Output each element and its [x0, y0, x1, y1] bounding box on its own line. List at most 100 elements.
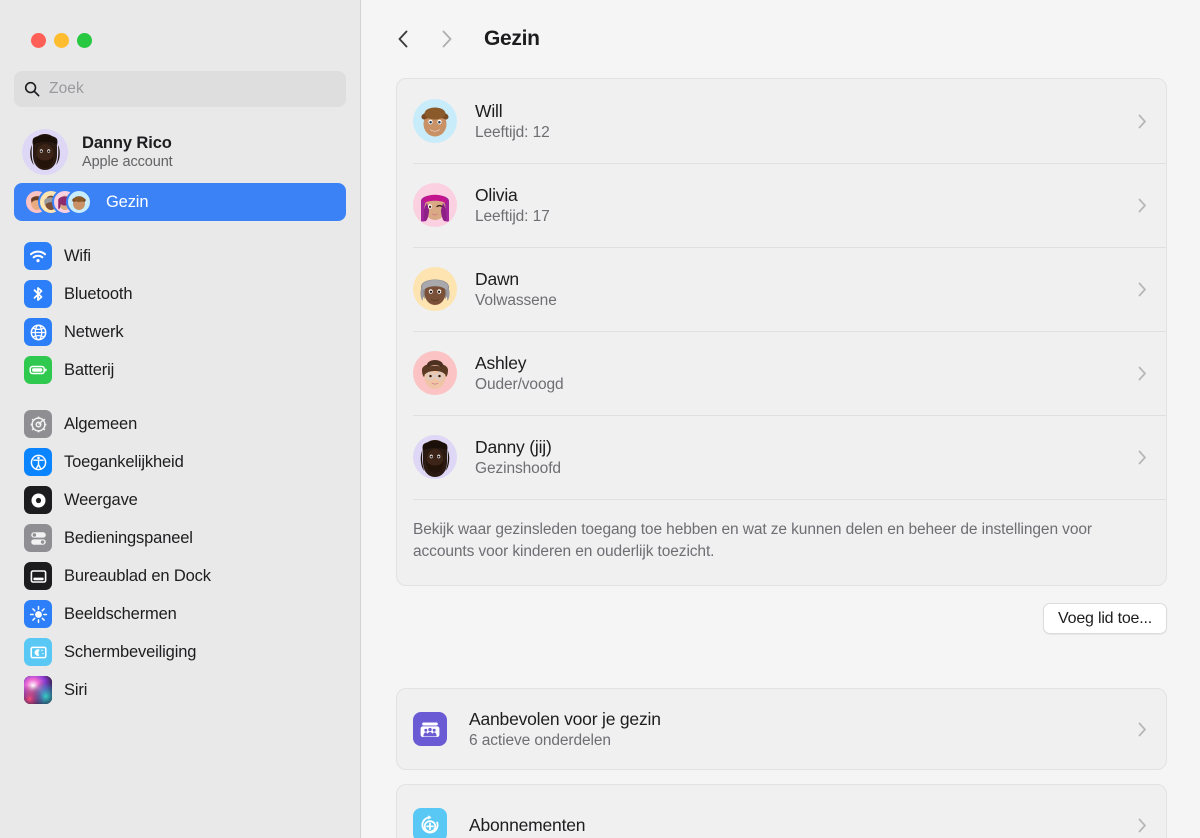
search-container: Zoek	[0, 48, 360, 107]
chevron-right-icon	[1136, 366, 1148, 381]
member-text: Dawn Volwassene	[475, 269, 1136, 310]
displays-icon	[24, 600, 52, 628]
wifi-icon	[24, 242, 52, 270]
avatar	[413, 351, 457, 395]
sidebar-item-label: Toegankelijkheid	[64, 452, 184, 471]
settings-window: Zoek Danny Rico Apple account Gezin Wifi…	[0, 0, 1200, 838]
add-member-row: Voeg lid toe...	[396, 586, 1167, 634]
chevron-right-icon	[442, 30, 452, 48]
sidebar-item-bluetooth[interactable]: Bluetooth	[14, 275, 346, 313]
sidebar-item-beeldschermen[interactable]: Beeldschermen	[14, 595, 346, 633]
member-role: Leeftijd: 12	[475, 123, 550, 141]
sidebar-item-label: Schermbeveiliging	[64, 642, 197, 661]
sidebar-item-label: Weergave	[64, 490, 138, 509]
control-center-icon	[24, 524, 52, 552]
search-field[interactable]: Zoek	[14, 71, 346, 107]
sidebar-item-label: Algemeen	[64, 414, 138, 433]
account-subtitle: Apple account	[82, 154, 173, 170]
member-name: Dawn	[475, 268, 519, 289]
sidebar-item-siri[interactable]: Siri	[14, 671, 346, 709]
table-row[interactable]: Dawn Volwassene	[397, 247, 1166, 331]
back-button[interactable]	[381, 19, 425, 59]
member-text: Olivia Leeftijd: 17	[475, 185, 1136, 226]
bluetooth-icon	[24, 280, 52, 308]
sidebar-item-label: Batterij	[64, 360, 115, 379]
search-placeholder: Zoek	[49, 80, 84, 97]
traffic-lights	[0, 0, 360, 48]
family-members-card: Will Leeftijd: 12 Olivia Leeftijd: 17 Da…	[396, 78, 1167, 586]
sidebar-item-label: Bluetooth	[64, 284, 133, 303]
sidebar-item-wifi[interactable]: Wifi	[14, 237, 346, 275]
subscriptions-card[interactable]: Abonnementen	[396, 784, 1167, 838]
subscriptions-text: Abonnementen	[469, 815, 1136, 836]
table-row[interactable]: Will Leeftijd: 12	[397, 79, 1166, 163]
sidebar-item-gezin[interactable]: Gezin	[14, 183, 346, 221]
sidebar: Zoek Danny Rico Apple account Gezin Wifi…	[0, 0, 361, 838]
close-button[interactable]	[31, 33, 46, 48]
minimize-button[interactable]	[54, 33, 69, 48]
section-subtitle: 6 actieve onderdelen	[469, 731, 611, 749]
avatar	[413, 435, 457, 479]
member-role: Leeftijd: 17	[475, 207, 550, 225]
accessibility-icon	[24, 448, 52, 476]
search-icon	[24, 81, 40, 97]
sidebar-item-bedieningspaneel[interactable]: Bedieningspaneel	[14, 519, 346, 557]
section-title: Aanbevolen voor je gezin	[469, 708, 661, 729]
sidebar-item-label: Wifi	[64, 246, 91, 265]
main-panel: Gezin Will Leeftijd: 12 Olivia Leeftijd:…	[361, 0, 1200, 838]
nav-divider	[14, 221, 346, 237]
recommendations-card[interactable]: Aanbevolen voor je gezin 6 actieve onder…	[396, 688, 1167, 770]
table-row[interactable]: Danny (jij) Gezinshoofd	[397, 415, 1166, 499]
sidebar-item-label: Gezin	[106, 192, 149, 211]
sidebar-nav: Gezin Wifi Bluetooth Netwerk Batterij Al…	[0, 179, 360, 709]
account-text: Danny Rico Apple account	[82, 134, 173, 170]
member-text: Danny (jij) Gezinshoofd	[475, 437, 1136, 478]
sidebar-item-netwerk[interactable]: Netwerk	[14, 313, 346, 351]
family-avatars-icon	[24, 188, 94, 216]
toolbar: Gezin	[361, 0, 1200, 78]
table-row[interactable]: Ashley Ouder/voogd	[397, 331, 1166, 415]
avatar	[413, 99, 457, 143]
avatar	[22, 129, 68, 175]
table-row[interactable]: Olivia Leeftijd: 17	[397, 163, 1166, 247]
sidebar-item-batterij[interactable]: Batterij	[14, 351, 346, 389]
sidebar-item-label: Siri	[64, 680, 88, 699]
avatar	[413, 183, 457, 227]
desktop-dock-icon	[24, 562, 52, 590]
family-recommendations-icon	[413, 712, 447, 746]
subscriptions-icon	[413, 808, 447, 838]
add-member-button[interactable]: Voeg lid toe...	[1043, 603, 1167, 634]
sidebar-item-label: Netwerk	[64, 322, 124, 341]
sidebar-item-label: Beeldschermen	[64, 604, 177, 623]
sidebar-item-schermbeveiliging[interactable]: Schermbeveiliging	[14, 633, 346, 671]
content-area: Will Leeftijd: 12 Olivia Leeftijd: 17 Da…	[361, 78, 1200, 838]
family-description: Bekijk waar gezinsleden toegang toe hebb…	[397, 499, 1166, 585]
account-row[interactable]: Danny Rico Apple account	[0, 107, 360, 179]
member-role: Volwassene	[475, 291, 557, 309]
sidebar-item-bureaublad-en-dock[interactable]: Bureaublad en Dock	[14, 557, 346, 595]
member-text: Ashley Ouder/voogd	[475, 353, 1136, 394]
section-title: Abonnementen	[469, 814, 586, 835]
member-role: Ouder/voogd	[475, 375, 564, 393]
member-role: Gezinshoofd	[475, 459, 561, 477]
chevron-right-icon	[1136, 114, 1148, 129]
chevron-right-icon	[1136, 818, 1148, 833]
battery-icon	[24, 356, 52, 384]
chevron-right-icon	[1136, 450, 1148, 465]
siri-icon	[24, 676, 52, 704]
forward-button[interactable]	[425, 19, 469, 59]
sidebar-item-weergave[interactable]: Weergave	[14, 481, 346, 519]
account-name: Danny Rico	[82, 134, 172, 152]
sidebar-item-toegankelijkheid[interactable]: Toegankelijkheid	[14, 443, 346, 481]
member-name: Ashley	[475, 352, 527, 373]
member-text: Will Leeftijd: 12	[475, 101, 1136, 142]
page-title: Gezin	[484, 27, 540, 50]
zoom-button[interactable]	[77, 33, 92, 48]
member-name: Will	[475, 100, 503, 121]
chevron-right-icon	[1136, 722, 1148, 737]
sidebar-item-label: Bureaublad en Dock	[64, 566, 211, 585]
gear-icon	[24, 410, 52, 438]
member-name: Danny (jij)	[475, 436, 552, 457]
sidebar-item-algemeen[interactable]: Algemeen	[14, 405, 346, 443]
